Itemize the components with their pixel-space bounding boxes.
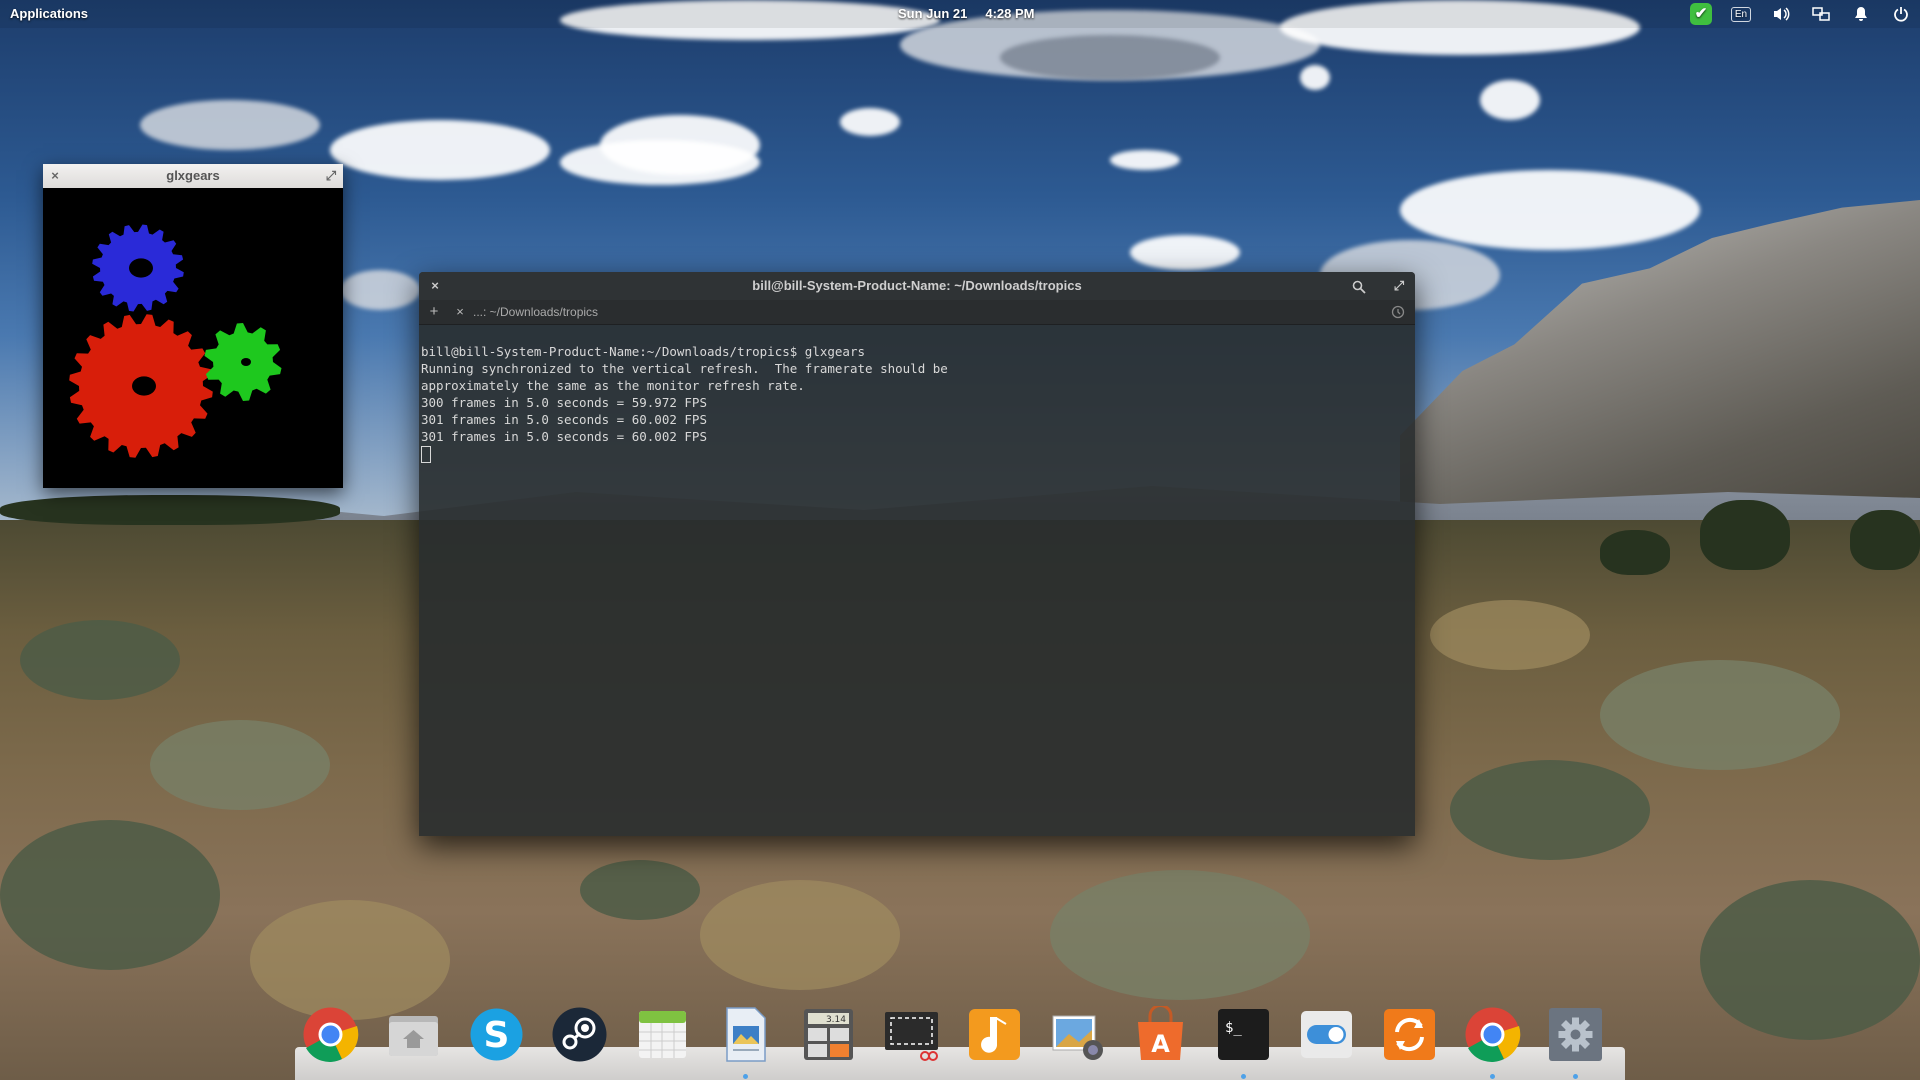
top-panel: Applications Sun Jun 21 4:28 PM ✔ En: [0, 0, 1920, 28]
gear-hole: [241, 358, 251, 366]
status-ok-icon[interactable]: ✔: [1690, 3, 1712, 25]
volume-icon[interactable]: [1770, 4, 1792, 24]
running-indicator: [1490, 1074, 1495, 1079]
steam-icon[interactable]: [551, 1006, 608, 1063]
status-ok-glyph: ✔: [1690, 3, 1712, 25]
wallpaper-tree: [1700, 500, 1790, 570]
glxgears-close-button[interactable]: ×: [43, 164, 67, 188]
wallpaper-bush: [250, 900, 450, 1020]
terminal-window[interactable]: × bill@bill-System-Product-Name: ~/Downl…: [419, 272, 1415, 836]
clock-time: 4:28 PM: [985, 6, 1035, 21]
terminal-line: 301 frames in 5.0 seconds = 60.002 FPS: [421, 429, 707, 444]
terminal-line: 301 frames in 5.0 seconds = 60.002 FPS: [421, 412, 707, 427]
wallpaper-bush: [1430, 600, 1590, 670]
wallpaper-treeline: [0, 495, 340, 525]
wallpaper-cloud: [340, 270, 420, 310]
panel-clock[interactable]: Sun Jun 21 4:28 PM: [898, 6, 1035, 21]
network-icon[interactable]: [1810, 4, 1832, 24]
applications-menu-button[interactable]: Applications: [10, 6, 88, 21]
svg-text:S: S: [484, 1015, 510, 1056]
wallpaper-cloud: [1480, 80, 1540, 120]
photos-icon[interactable]: [1049, 1006, 1106, 1063]
terminal-output[interactable]: bill@bill-System-Product-Name:~/Download…: [421, 326, 1415, 836]
glxgears-maximize-button[interactable]: ⤢: [319, 164, 343, 188]
running-indicator: [1573, 1074, 1578, 1079]
wallpaper-bush: [20, 620, 180, 700]
keyboard-layout-label: En: [1730, 6, 1752, 22]
power-icon[interactable]: [1890, 4, 1912, 24]
dock-items: S 3.14 A $_: [302, 1006, 1604, 1079]
terminal-close-button[interactable]: ×: [423, 272, 447, 296]
settings-gear-icon[interactable]: [1547, 1006, 1604, 1079]
terminal-tab[interactable]: ...: ~/Downloads/tropics: [469, 300, 643, 324]
terminal-titlebar[interactable]: × bill@bill-System-Product-Name: ~/Downl…: [419, 272, 1415, 300]
keyboard-layout-indicator[interactable]: En: [1730, 4, 1752, 24]
calendar-icon[interactable]: [634, 1006, 691, 1063]
wallpaper-cloud: [330, 120, 550, 180]
wallpaper-cloud: [1130, 235, 1240, 270]
wallpaper-cloud: [1110, 150, 1180, 170]
chrome-icon-2[interactable]: [1464, 1006, 1521, 1079]
wallpaper-bush: [1600, 660, 1840, 770]
switchboard-toggle-icon[interactable]: [1298, 1006, 1355, 1063]
wallpaper-cloud: [140, 100, 320, 150]
glxgears-window[interactable]: × glxgears ⤢: [43, 164, 343, 488]
running-indicator: [743, 1074, 748, 1079]
wallpaper-cloud: [840, 108, 900, 136]
wallpaper-bush: [1050, 870, 1310, 1000]
wallpaper-cloud: [560, 140, 760, 185]
wallpaper-cloud: [1400, 170, 1700, 250]
wallpaper-tree: [1850, 510, 1920, 570]
terminal-glyph: $_: [1225, 1020, 1242, 1036]
wallpaper-tree: [1600, 530, 1670, 575]
new-tab-button[interactable]: +: [423, 300, 445, 324]
glxgears-titlebar[interactable]: × glxgears ⤢: [43, 164, 343, 188]
gear-hole: [132, 376, 156, 396]
text-document-icon[interactable]: [717, 1006, 774, 1079]
terminal-cursor: [421, 446, 431, 463]
wallpaper-bush: [0, 820, 220, 970]
terminal-line: 300 frames in 5.0 seconds = 59.972 FPS: [421, 395, 707, 410]
panel-indicators: ✔ En: [1690, 3, 1912, 25]
history-icon[interactable]: [1387, 300, 1409, 324]
terminal-maximize-button[interactable]: ⤢: [1387, 272, 1411, 296]
files-icon[interactable]: [385, 1006, 442, 1063]
tab-close-button[interactable]: ×: [449, 300, 471, 324]
glxgears-title: glxgears: [166, 168, 220, 183]
terminal-line: bill@bill-System-Product-Name:~/Download…: [421, 344, 866, 359]
screenshot-icon[interactable]: [883, 1006, 940, 1063]
svg-text:A: A: [1151, 1030, 1170, 1058]
wallpaper-bush: [1700, 880, 1920, 1040]
calculator-icon[interactable]: 3.14: [800, 1006, 857, 1063]
running-indicator: [1241, 1074, 1246, 1079]
wallpaper-cloud: [1000, 35, 1220, 80]
wallpaper-bush: [1450, 760, 1650, 860]
terminal-icon[interactable]: $_: [1215, 1006, 1272, 1079]
wallpaper-bush: [700, 880, 900, 990]
terminal-search-icon[interactable]: [1347, 272, 1371, 296]
chrome-icon[interactable]: [302, 1006, 359, 1063]
app-center-icon[interactable]: A: [1132, 1006, 1189, 1063]
terminal-line: approximately the same as the monitor re…: [421, 378, 805, 393]
terminal-title: bill@bill-System-Product-Name: ~/Downloa…: [752, 278, 1082, 293]
notifications-icon[interactable]: [1850, 4, 1872, 24]
wallpaper-cloud: [1300, 65, 1330, 90]
terminal-line: Running synchronized to the vertical ref…: [421, 361, 948, 376]
glxgears-canvas[interactable]: [43, 188, 343, 488]
wallpaper-bush: [580, 860, 700, 920]
music-icon[interactable]: [966, 1006, 1023, 1063]
clock-date: Sun Jun 21: [898, 6, 968, 21]
skype-icon[interactable]: S: [468, 1006, 525, 1063]
wallpaper-bush: [150, 720, 330, 810]
update-manager-icon[interactable]: [1381, 1006, 1438, 1063]
calculator-display: 3.14: [826, 1015, 846, 1025]
gear-hole: [129, 258, 153, 278]
terminal-tab-bar: + × ...: ~/Downloads/tropics: [419, 300, 1415, 325]
